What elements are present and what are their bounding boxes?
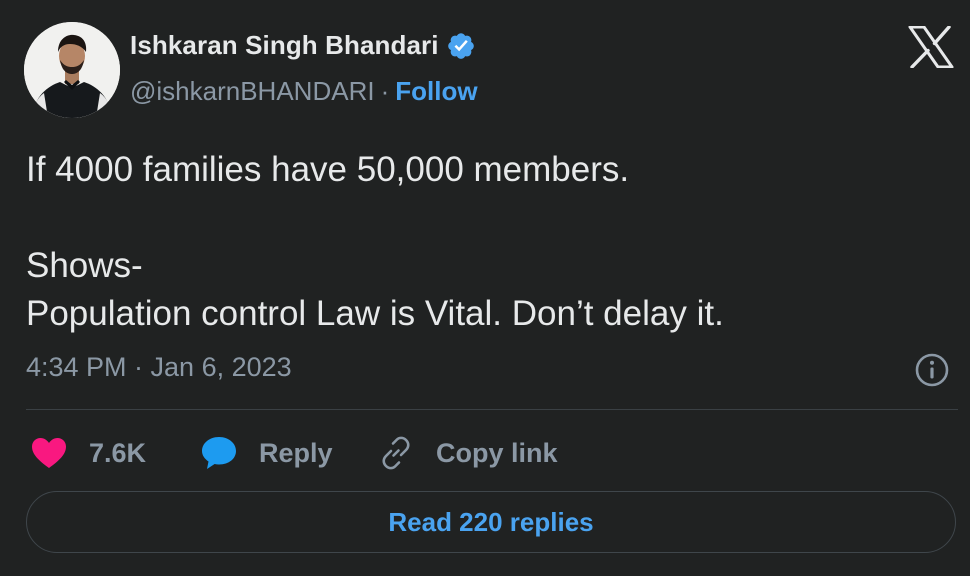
tweet-text-line: Shows- — [26, 246, 143, 285]
author-name-row: Ishkaran Singh Bhandari — [130, 30, 476, 61]
tweet-actions: 7.6K Reply Copy link — [0, 428, 970, 478]
divider — [26, 409, 958, 410]
follow-button[interactable]: Follow — [395, 76, 477, 106]
info-icon[interactable] — [914, 352, 950, 388]
heart-icon — [30, 436, 68, 470]
author-display-name[interactable]: Ishkaran Singh Bhandari — [130, 30, 439, 61]
tweet-embed-card: Ishkaran Singh Bhandari @ishkarnBHANDARI… — [0, 0, 970, 576]
x-logo-icon[interactable] — [908, 25, 954, 69]
read-replies-button[interactable]: Read 220 replies — [26, 491, 956, 553]
copy-link-label: Copy link — [436, 437, 558, 468]
avatar[interactable] — [24, 22, 120, 118]
author-handle[interactable]: @ishkarnBHANDARI — [130, 76, 375, 106]
reply-button[interactable]: Reply — [200, 428, 333, 478]
handle-separator: · — [380, 76, 390, 106]
tweet-text-line: If 4000 families have 50,000 members. — [26, 150, 630, 189]
tweet-text-line: Population control Law is Vital. Don’t d… — [26, 294, 724, 333]
tweet-text: If 4000 families have 50,000 members. Sh… — [26, 146, 946, 338]
avatar-portrait-icon — [24, 22, 120, 118]
author-handle-row: @ishkarnBHANDARI · Follow — [130, 76, 478, 107]
verified-badge-icon — [446, 31, 476, 61]
copy-link-button[interactable]: Copy link — [378, 428, 558, 478]
reply-label: Reply — [259, 437, 333, 468]
tweet-timestamp[interactable]: 4:34 PM · Jan 6, 2023 — [26, 352, 292, 383]
tweet-text-line — [26, 194, 946, 242]
read-replies-label: Read 220 replies — [388, 506, 594, 537]
like-button[interactable]: 7.6K — [30, 428, 146, 478]
link-icon — [378, 435, 414, 471]
speech-bubble-icon — [200, 435, 238, 471]
like-count: 7.6K — [89, 437, 147, 468]
